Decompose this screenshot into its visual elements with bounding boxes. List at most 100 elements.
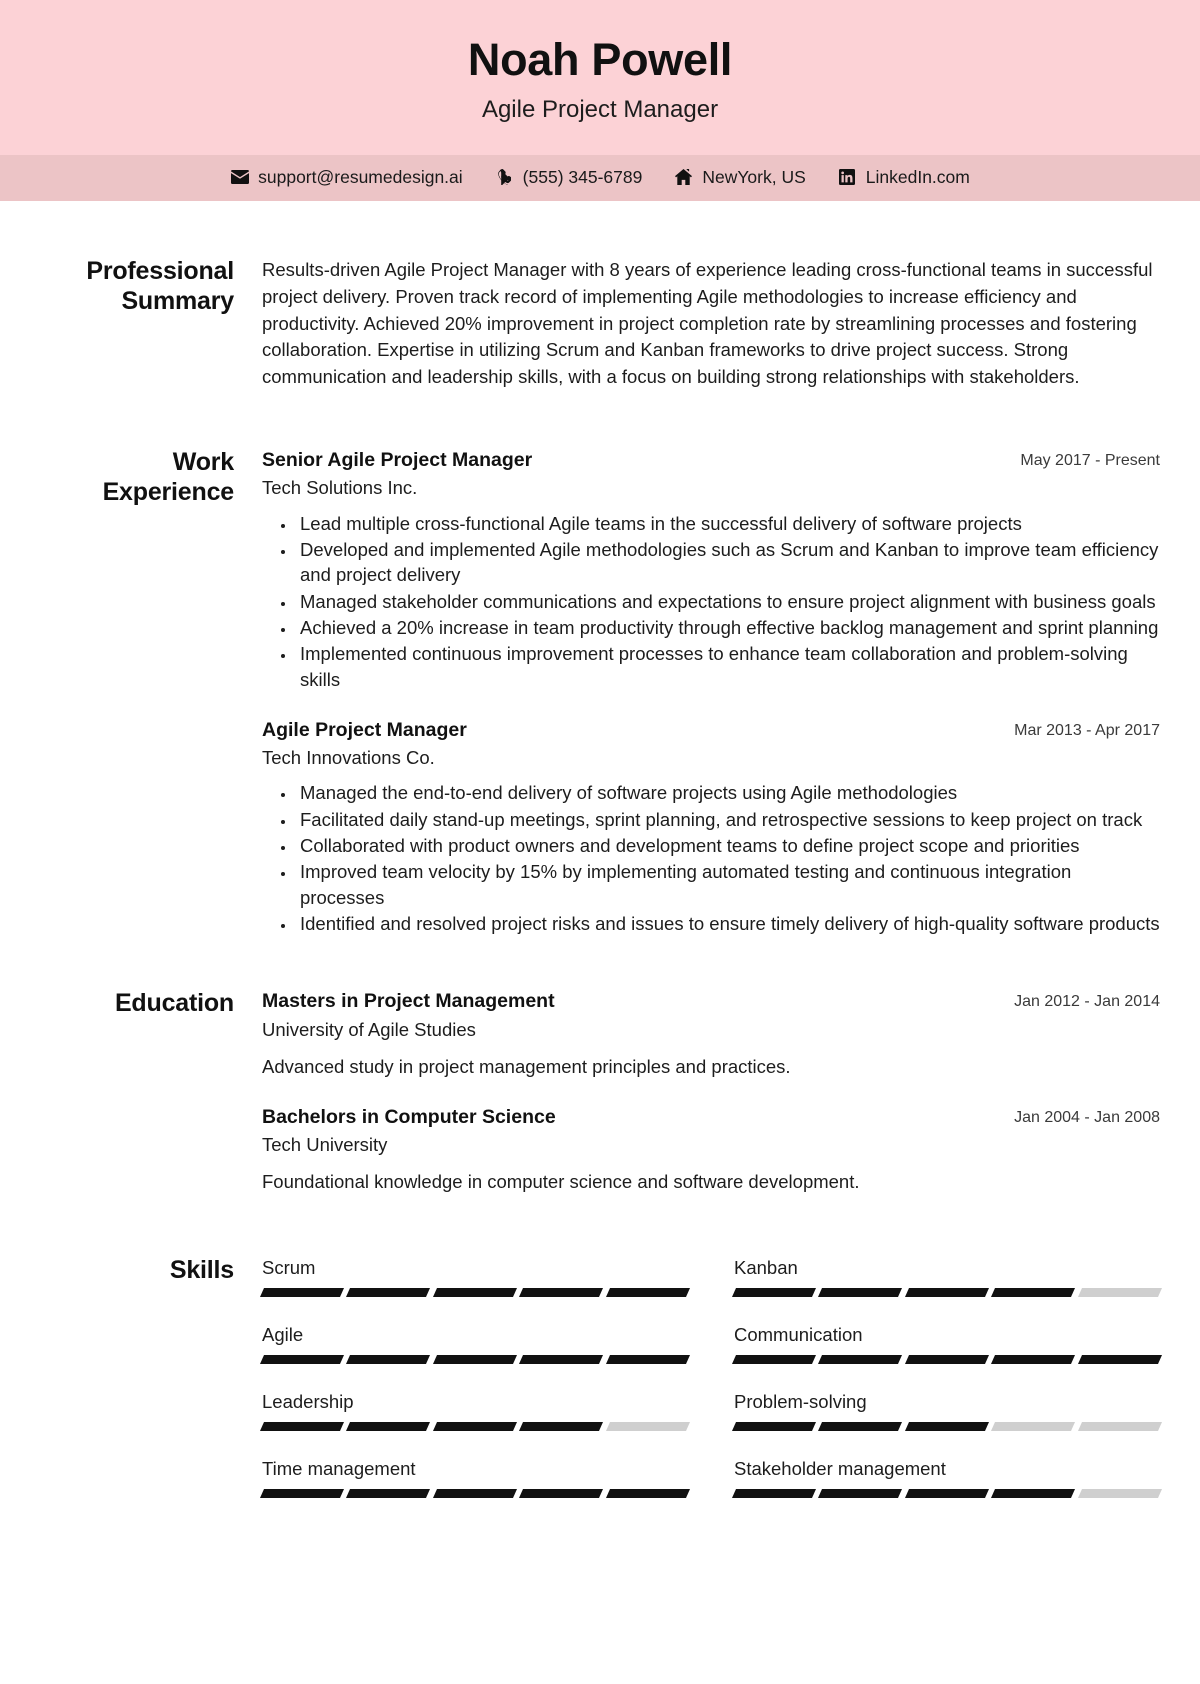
skill-level-segment [818, 1422, 903, 1432]
skill-name: Communication [734, 1324, 863, 1346]
skill-level-segment [991, 1288, 1076, 1298]
skill-item: Stakeholder management [731, 1457, 1163, 1499]
work-entry-date: May 2017 - Present [1020, 452, 1160, 470]
education-date: Jan 2012 - Jan 2014 [1014, 993, 1160, 1011]
skill-level-bar [731, 1288, 1163, 1298]
skill-level-segment [432, 1422, 518, 1432]
skill-item: Kanban [731, 1256, 1163, 1298]
education-degree: Bachelors in Computer Science [262, 1105, 556, 1128]
skill-level-segment [904, 1489, 990, 1499]
phone-icon [495, 169, 514, 186]
education-entries: Masters in Project Management Jan 2012 -… [262, 989, 1160, 1195]
list-item: Developed and implemented Agile methodol… [296, 537, 1160, 588]
skill-name: Problem-solving [734, 1391, 867, 1413]
skill-item: Agile [259, 1323, 691, 1365]
work-entry-org: Tech Solutions Inc. [262, 477, 418, 499]
education-desc: Advanced study in project management pri… [262, 1055, 791, 1077]
education-date: Jan 2004 - Jan 2008 [1014, 1108, 1160, 1126]
section-skills: Skills Scrum Kanban Agile Communication Lead… [40, 1196, 1163, 1539]
skill-item: Scrum [259, 1256, 691, 1298]
skill-level-segment [818, 1489, 903, 1499]
skill-level-segment [346, 1489, 431, 1499]
skill-level-segment [605, 1355, 691, 1365]
page-title: Noah Powell [467, 34, 733, 85]
work-entry: Agile Project Manager Mar 2013 - Apr 201… [262, 718, 1160, 936]
skill-name: Stakeholder management [734, 1458, 946, 1480]
list-item: Managed the end-to-end delivery of softw… [296, 780, 1160, 805]
skill-level-segment [904, 1355, 990, 1365]
skill-level-segment [991, 1422, 1076, 1432]
education-entry: Masters in Project Management Jan 2012 -… [262, 989, 1160, 1080]
contact-phone[interactable]: (555) 345-6789 [479, 168, 659, 187]
education-school: Tech University [262, 1134, 388, 1156]
resume-content: Professional Summary Results-driven Agil… [0, 201, 1200, 1538]
resume-header: Noah Powell Agile Project Manager [0, 0, 1200, 155]
skill-name: Time management [262, 1458, 416, 1480]
education-entry: Bachelors in Computer Science Jan 2004 -… [262, 1105, 1160, 1196]
education-degree: Masters in Project Management [262, 990, 555, 1013]
contact-location[interactable]: NewYork, US [658, 168, 821, 187]
skill-level-segment [259, 1355, 345, 1365]
skill-level-bar [259, 1288, 691, 1298]
skill-level-bar [259, 1422, 691, 1432]
work-entry-org: Tech Innovations Co. [262, 747, 435, 769]
skill-level-bar [731, 1422, 1163, 1432]
skill-level-segment [346, 1355, 431, 1365]
skill-level-segment [432, 1489, 518, 1499]
list-item: Improved team velocity by 15% by impleme… [296, 859, 1160, 910]
skill-level-segment [818, 1355, 903, 1365]
skill-level-segment [1077, 1489, 1163, 1499]
education-school: University of Agile Studies [262, 1018, 476, 1040]
skill-level-segment [519, 1489, 604, 1499]
work-entry: Senior Agile Project Manager May 2017 - … [262, 448, 1160, 692]
list-item: Identified and resolved project risks an… [296, 911, 1160, 936]
section-professional-summary: Professional Summary Results-driven Agil… [40, 201, 1160, 391]
education-entry-head: Bachelors in Computer Science Jan 2004 -… [262, 1105, 1160, 1129]
skill-name: Leadership [262, 1391, 354, 1413]
skill-level-segment [731, 1288, 817, 1298]
skill-level-segment [1077, 1422, 1163, 1432]
section-label-summary: Professional Summary [86, 257, 234, 315]
list-item: Facilitated daily stand-up meetings, spr… [296, 807, 1160, 832]
skill-level-segment [259, 1288, 345, 1298]
skill-level-segment [991, 1355, 1076, 1365]
list-item: Collaborated with product owners and dev… [296, 833, 1160, 858]
skill-name: Scrum [262, 1256, 316, 1278]
contact-linkedin[interactable]: LinkedIn.com [822, 168, 986, 187]
list-item: Implemented continuous improvement proce… [296, 641, 1160, 692]
skill-level-bar [731, 1355, 1163, 1365]
skills-body: Scrum Kanban Agile Communication Leadership P… [259, 1256, 1163, 1499]
work-entries: Senior Agile Project Manager May 2017 - … [262, 448, 1160, 937]
education-desc: Foundational knowledge in computer scien… [262, 1171, 860, 1193]
skill-level-segment [432, 1355, 518, 1365]
section-label-work: Work Experience [102, 448, 235, 506]
skill-level-segment [1077, 1288, 1163, 1298]
skill-level-bar [259, 1355, 691, 1365]
list-item: Achieved a 20% increase in team producti… [296, 615, 1160, 640]
skill-level-bar [731, 1489, 1163, 1499]
section-work-experience: Work Experience Senior Agile Project Man… [40, 391, 1160, 937]
work-entry-role: Senior Agile Project Manager [262, 449, 533, 472]
home-icon [674, 169, 693, 186]
skill-level-segment [904, 1288, 990, 1298]
contact-email-label: support@resumedesign.ai [258, 166, 463, 187]
skill-level-segment [519, 1288, 604, 1298]
section-education: Education Masters in Project Management … [40, 937, 1160, 1195]
summary-text: Results-driven Agile Project Manager wit… [262, 259, 1153, 388]
work-entry-head: Senior Agile Project Manager May 2017 - … [262, 448, 1160, 472]
list-item: Lead multiple cross-functional Agile tea… [296, 511, 1160, 536]
work-entry-date: Mar 2013 - Apr 2017 [1014, 721, 1160, 739]
education-entry-head: Masters in Project Management Jan 2012 -… [262, 989, 1160, 1013]
linkedin-icon [838, 169, 857, 186]
skill-level-segment [346, 1422, 431, 1432]
skill-name: Kanban [734, 1256, 798, 1278]
work-entry-bullets: Lead multiple cross-functional Agile tea… [262, 511, 1160, 692]
contact-email[interactable]: support@resumedesign.ai [214, 166, 479, 187]
skill-level-segment [904, 1422, 990, 1432]
skill-level-segment [731, 1355, 817, 1365]
skill-level-segment [259, 1489, 345, 1499]
skill-level-segment [731, 1489, 817, 1499]
work-entry-bullets: Managed the end-to-end delivery of softw… [262, 780, 1160, 936]
skill-level-segment [605, 1288, 691, 1298]
work-entry-role: Agile Project Manager [262, 718, 467, 741]
